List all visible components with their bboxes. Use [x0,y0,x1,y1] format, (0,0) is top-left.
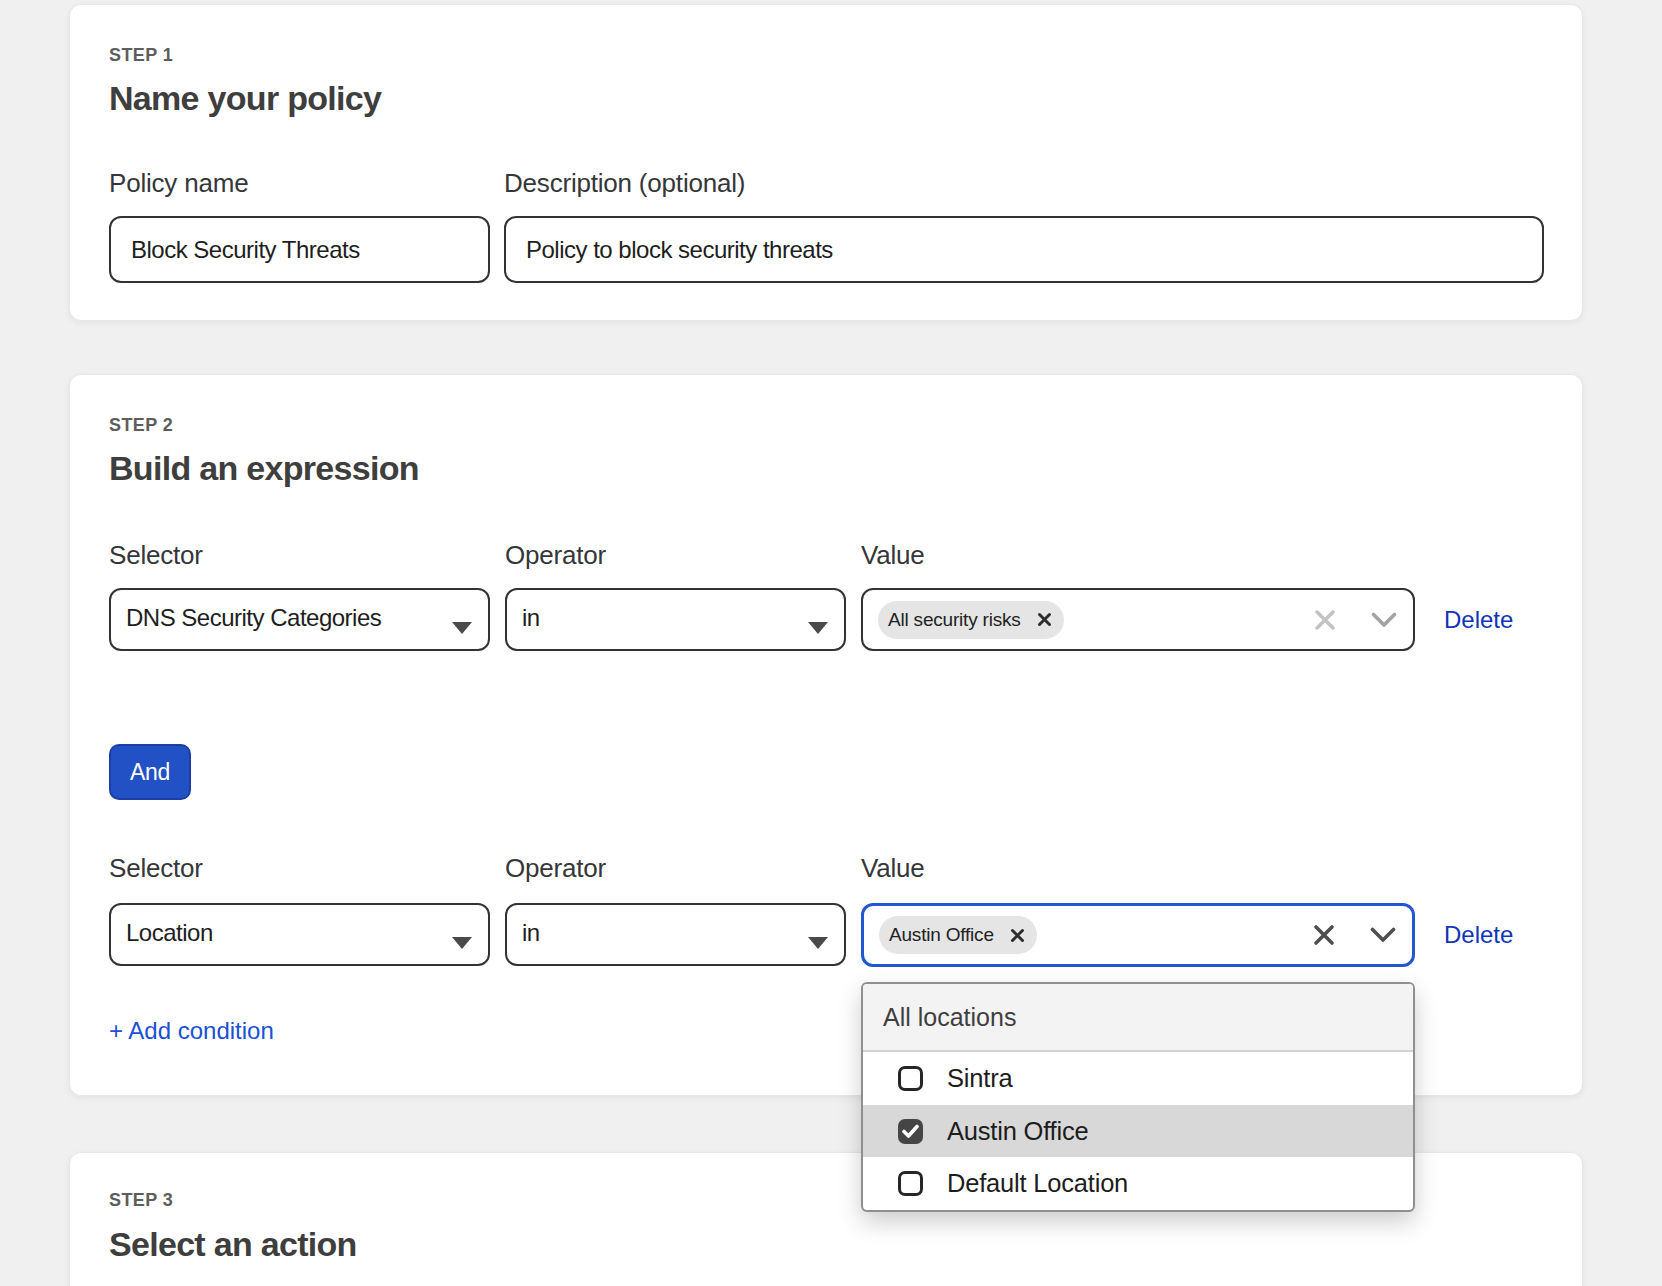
checkbox-unchecked[interactable] [898,1066,923,1091]
dropdown-option-label: Austin Office [947,1117,1089,1146]
dropdown-option-austin-office[interactable]: Austin Office [863,1105,1413,1158]
chevron-down-icon[interactable] [1370,927,1396,947]
step1-title: Name your policy [109,81,381,115]
checkbox-unchecked[interactable] [898,1171,923,1196]
policy-name-value: Block Security Threats [131,236,360,264]
delete-row1-link[interactable]: Delete [1444,588,1564,651]
value-label-row1: Value [861,542,925,568]
checkbox-checked[interactable] [898,1119,923,1144]
step1-card: STEP 1 Name your policy Policy name Desc… [69,4,1583,321]
dropdown-header: All locations [863,984,1413,1052]
locations-dropdown: All locations Sintra Austin Office Defau… [861,982,1415,1212]
value-tag-label-row2: Austin Office [889,924,994,946]
operator-label-row2: Operator [505,855,606,881]
operator-value-row1: in [522,604,540,632]
step1-label: STEP 1 [109,46,173,64]
chevron-down-icon[interactable] [1371,612,1397,632]
operator-select-row1[interactable]: in [505,588,846,651]
policy-name-input[interactable]: Block Security Threats [109,216,490,283]
add-condition-link[interactable]: + Add condition [109,1015,274,1047]
description-input[interactable]: Policy to block security threats [504,216,1544,283]
value-label-row2: Value [861,855,925,881]
operator-select-row2[interactable]: in [505,903,846,966]
dropdown-option-default-location[interactable]: Default Location [863,1157,1413,1210]
selector-label-row2: Selector [109,855,203,881]
selector-select-row2[interactable]: Location [109,903,490,966]
step2-title: Build an expression [109,451,419,485]
value-tag-row2: Austin Office [879,916,1037,954]
caret-down-icon [450,928,474,956]
value-multiselect-row2[interactable]: Austin Office [861,903,1415,967]
selector-select-row1[interactable]: DNS Security Categories [109,588,490,651]
description-value: Policy to block security threats [526,236,833,264]
dropdown-option-sintra[interactable]: Sintra [863,1052,1413,1105]
value-multiselect-row1[interactable]: All security risks [861,588,1415,651]
selector-value-row1: DNS Security Categories [126,604,381,632]
clear-all-icon[interactable] [1312,923,1336,951]
tag-remove-icon[interactable] [1037,612,1052,627]
selector-label-row1: Selector [109,542,203,568]
dropdown-option-label: Default Location [947,1169,1128,1198]
policy-name-label: Policy name [109,170,248,196]
operator-label-row1: Operator [505,542,606,568]
caret-down-icon [806,928,830,956]
operator-value-row2: in [522,919,540,947]
step2-label: STEP 2 [109,416,173,434]
step3-label: STEP 3 [109,1191,173,1209]
delete-row2-link[interactable]: Delete [1444,903,1564,966]
dropdown-option-label: Sintra [947,1064,1012,1093]
value-tag-row1: All security risks [878,601,1064,639]
caret-down-icon [450,613,474,641]
and-button[interactable]: And [109,744,191,800]
step3-title: Select an action [109,1227,357,1261]
clear-all-icon[interactable] [1313,608,1337,636]
description-label: Description (optional) [504,170,745,196]
value-tag-label-row1: All security risks [888,609,1021,631]
selector-value-row2: Location [126,919,213,947]
tag-remove-icon[interactable] [1010,928,1025,943]
caret-down-icon [806,613,830,641]
